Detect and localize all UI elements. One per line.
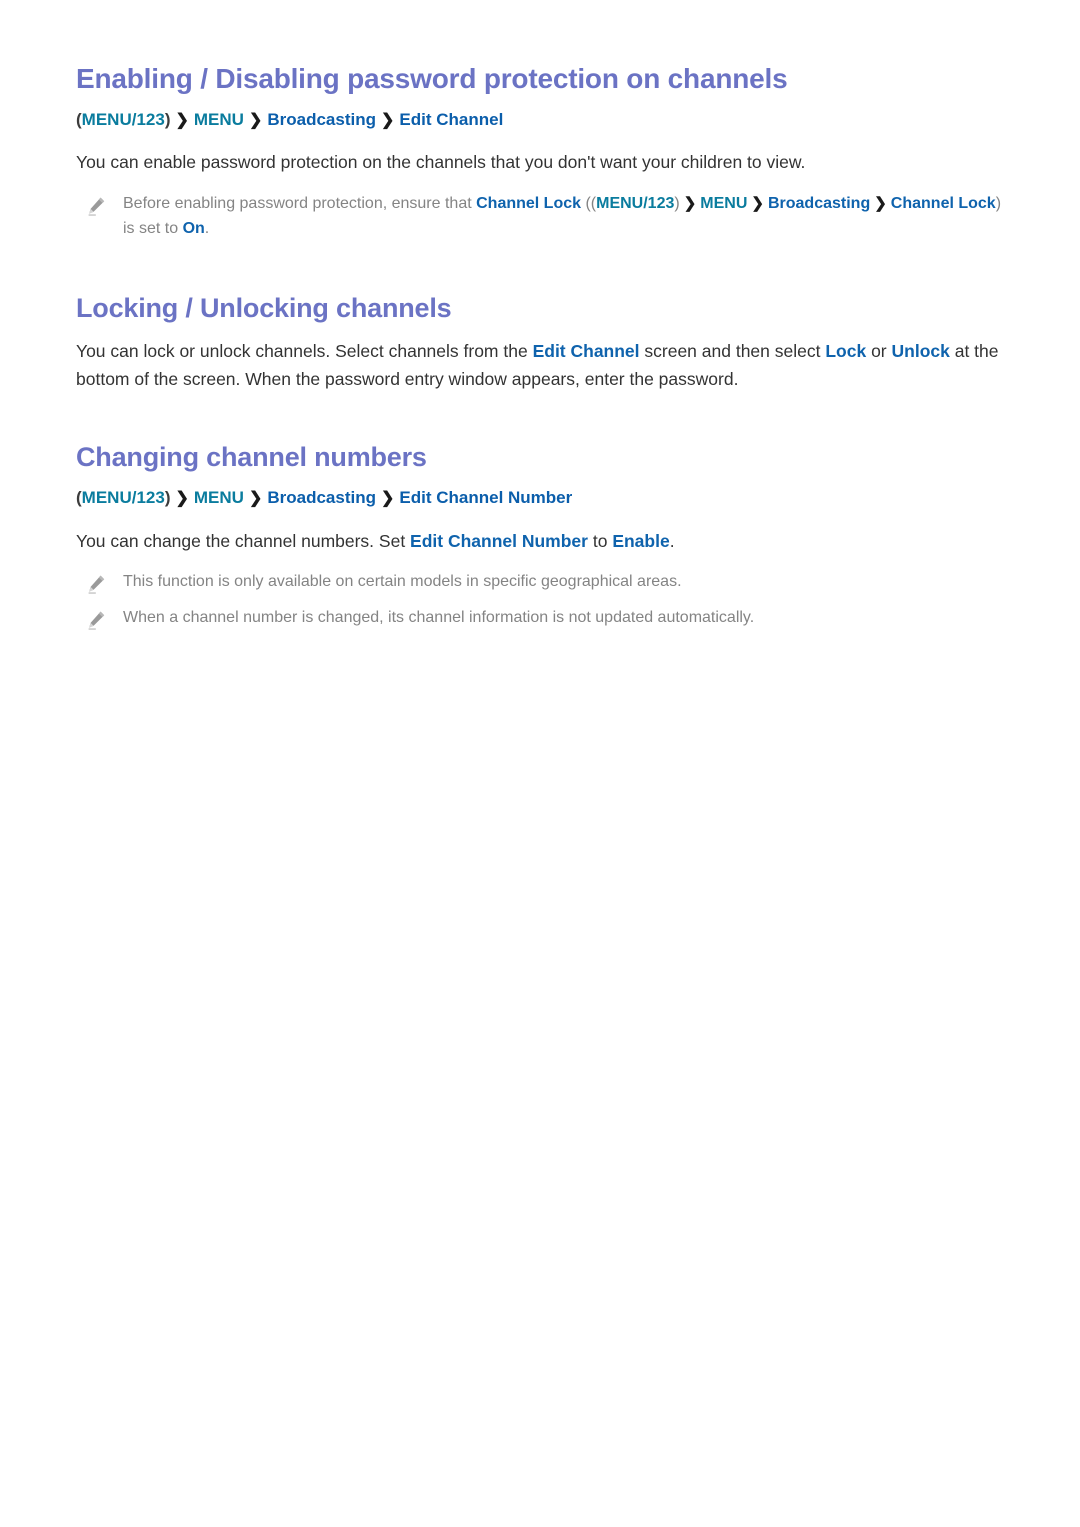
note-part-1: Before enabling password protection, ens… [123,194,477,212]
breadcrumb-item-broadcasting: Broadcasting [267,487,376,507]
note-part-5: . [204,220,210,238]
chevron-right-icon: ❯ [381,489,395,507]
note-text: When a channel number is changed, its ch… [123,608,755,626]
paragraph-text: You can enable password protection on th… [76,152,806,173]
note-link-channel-lock-2: Channel Lock [890,194,996,212]
paragraph-part-3: . [669,530,675,551]
paragraph-password-protection: You can enable password protection on th… [76,148,1005,176]
section-heading-locking-unlocking: Locking / Unlocking channels [76,293,452,324]
breadcrumb-menu123: MENU/123 [81,487,165,507]
paragraph-locking-unlocking: You can lock or unlock channels. Select … [76,337,1005,394]
breadcrumb-item-menu: MENU [193,109,244,129]
link-enable: Enable [612,530,670,551]
note-part-3: ) [674,194,680,212]
paragraph-part-1: You can lock or unlock channels. Select … [76,340,533,361]
chevron-right-icon: ❯ [248,489,263,507]
chevron-right-icon: ❯ [683,194,697,212]
paragraph-part-1: You can change the channel numbers. Set [76,530,411,551]
breadcrumb-edit-channel: (MENU/123) ❯ MENU ❯ Broadcasting ❯ Edit Channe… [76,108,1005,133]
chevron-right-icon: ❯ [175,111,189,129]
paragraph-changing-channel-numbers: You can change the channel numbers. Set … [76,527,1005,555]
note-text: This function is only available on certa… [123,572,682,590]
note-link-channel-lock: Channel Lock [476,194,582,212]
note-item-broadcasting: Broadcasting [767,194,871,212]
paragraph-part-3: or [866,340,892,361]
link-edit-channel: Edit Channel [532,340,640,361]
link-unlock: Unlock [891,340,950,361]
link-edit-channel-number: Edit Channel Number [410,530,588,551]
note-channel-lock: Before enabling password protection, ens… [76,191,1005,243]
pencil-icon [85,609,107,631]
breadcrumb-item-edit-channel: Edit Channel [399,109,504,129]
breadcrumb-menu123: MENU/123 [81,109,165,129]
link-lock: Lock [825,340,867,361]
note-part-2: (( [581,194,597,212]
chevron-right-icon: ❯ [248,111,263,129]
note-menu123: MENU/123 [596,194,675,212]
chevron-right-icon: ❯ [381,111,395,129]
breadcrumb-item-menu: MENU [193,487,244,507]
document-page: Enabling / Disabling password protection… [0,0,1080,1527]
note-text: Before enabling password protection, ens… [123,191,1003,243]
breadcrumb-item-broadcasting: Broadcasting [267,109,376,129]
section-heading-changing-channel-numbers: Changing channel numbers [76,442,427,473]
breadcrumb-item-edit-channel-number: Edit Channel Number [399,487,573,507]
pencil-icon [85,195,107,217]
pencil-icon [85,573,107,595]
chevron-right-icon: ❯ [175,489,189,507]
note-availability: This function is only available on certa… [76,569,1005,595]
breadcrumb-edit-channel-number: (MENU/123) ❯ MENU ❯ Broadcasting ❯ Edit Channe… [76,486,1005,511]
section-heading-password-protection: Enabling / Disabling password protection… [76,63,788,94]
note-link-on: On [182,220,205,238]
chevron-right-icon: ❯ [751,194,764,212]
chevron-right-icon: ❯ [874,194,887,212]
paragraph-part-2: screen and then select [639,340,826,361]
paragraph-part-2: to [587,530,613,551]
note-channel-info-update: When a channel number is changed, its ch… [76,605,1005,631]
note-item-menu: MENU [700,194,748,212]
